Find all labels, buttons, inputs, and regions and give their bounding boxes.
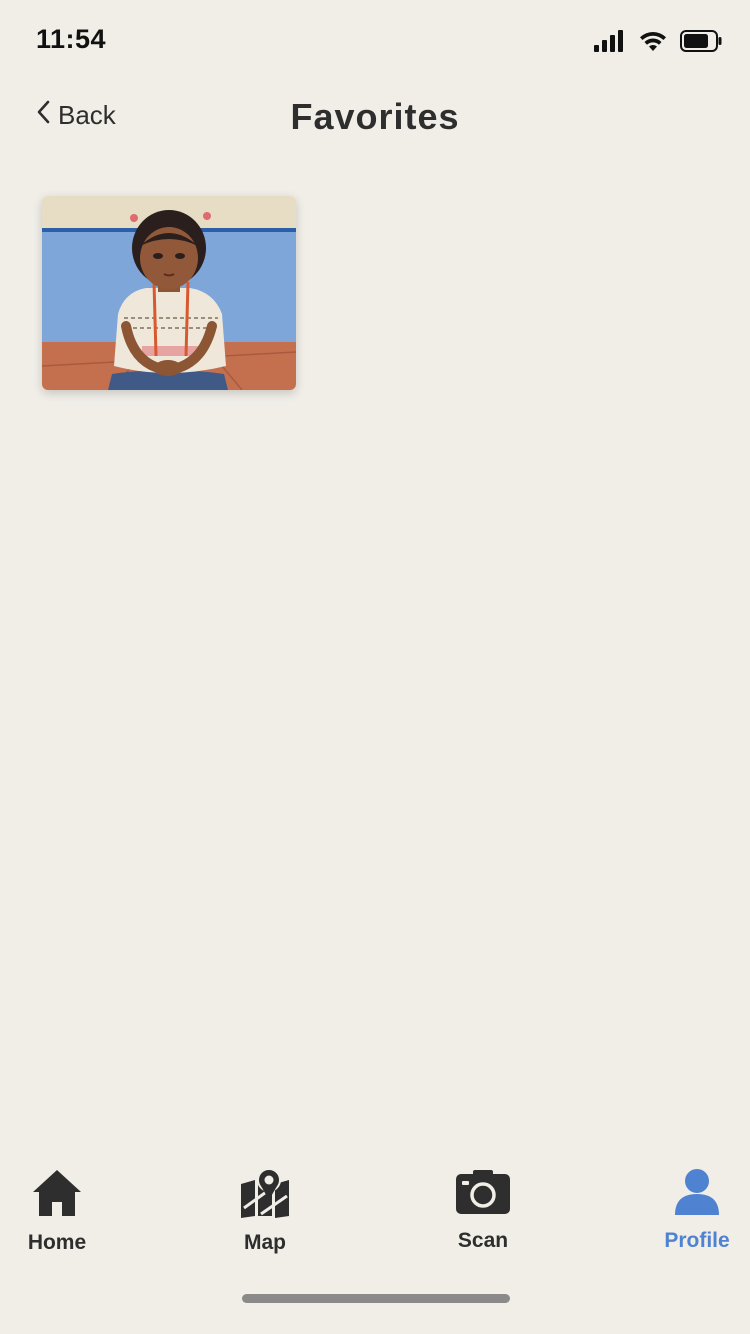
tab-label-home: Home (27, 1231, 87, 1254)
favorites-grid (42, 196, 296, 390)
tab-label-profile: Profile (664, 1229, 730, 1252)
painting-portrait-of-child-icon (42, 196, 296, 390)
nav-bar: Back Favorites (0, 84, 750, 154)
person-icon (673, 1168, 721, 1221)
status-icons (594, 30, 722, 57)
tab-label-scan: Scan (457, 1229, 509, 1252)
battery-icon (680, 30, 722, 57)
wifi-icon (638, 30, 668, 57)
tab-map[interactable]: Map (195, 1168, 335, 1255)
cellular-signal-icon (594, 30, 626, 57)
camera-icon (455, 1168, 511, 1221)
favorite-item[interactable] (42, 196, 296, 390)
tab-home[interactable]: Home (0, 1168, 127, 1255)
tab-label-map: Map (244, 1231, 286, 1254)
status-time: 11:54 (36, 24, 107, 54)
page-title: Favorites (290, 96, 460, 137)
status-bar: 11:54 (0, 0, 750, 84)
home-indicator[interactable] (242, 1294, 510, 1303)
home-icon (31, 1168, 83, 1223)
map-pin-icon (239, 1168, 291, 1223)
tab-scan[interactable]: Scan (413, 1168, 553, 1253)
tab-bar: Home Map Scan Profile (0, 1150, 750, 1270)
tab-profile[interactable]: Profile (627, 1168, 750, 1253)
